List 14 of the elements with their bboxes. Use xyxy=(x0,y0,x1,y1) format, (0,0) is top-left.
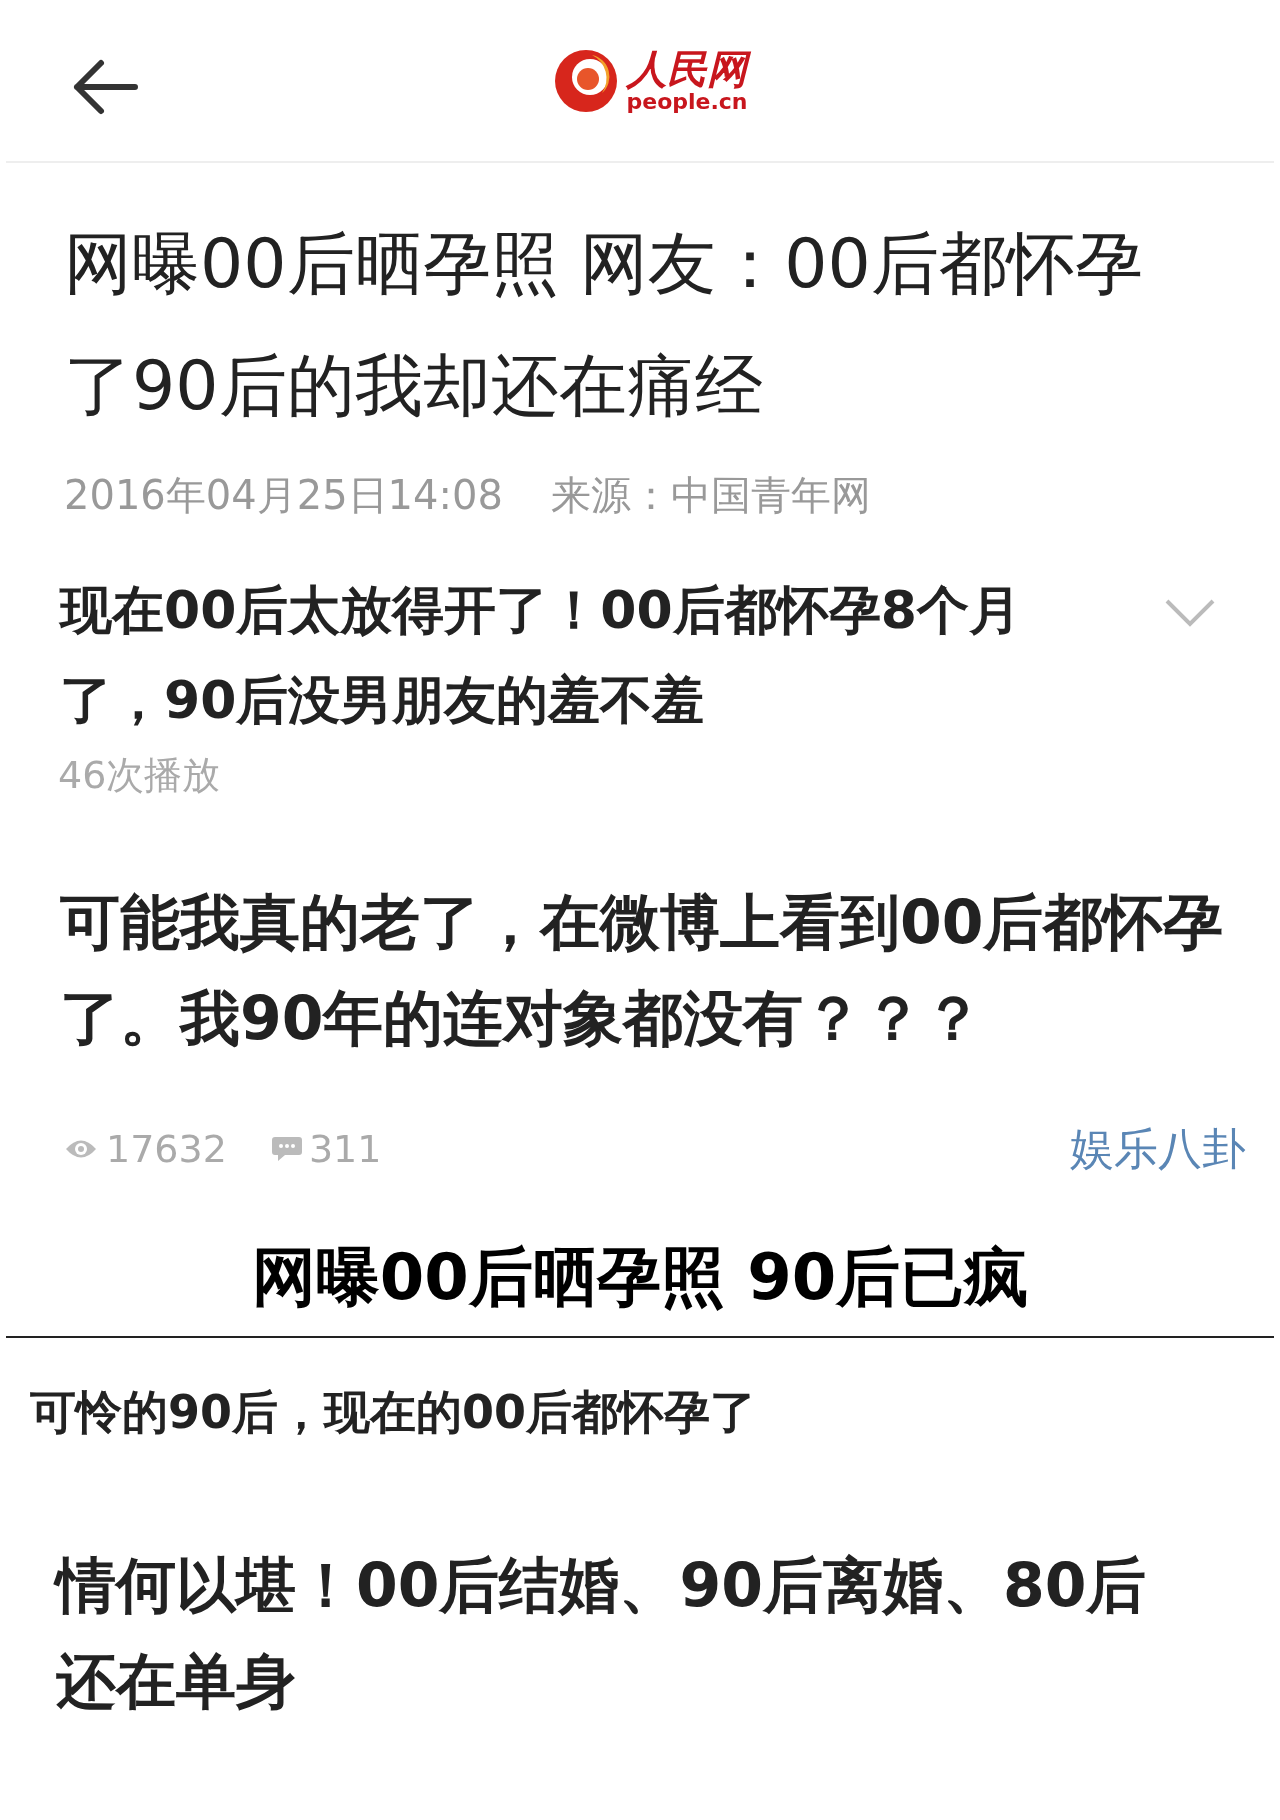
eye-icon xyxy=(64,1138,98,1160)
view-count: 17632 xyxy=(106,1125,227,1173)
play-count: 46次播放 xyxy=(58,752,222,799)
comment-count: 311 xyxy=(308,1125,382,1173)
article-source: 来源：中国青年网 xyxy=(550,471,871,520)
article-title: 网曝00后晒孕照 网友：00后都怀孕了90后的我却还在痛经 xyxy=(64,223,1144,427)
video-title: 现在00后太放得开了！00后都怀孕8个月了，90后没男朋友的羞不羞 xyxy=(60,579,1022,732)
category-link[interactable]: 娱乐八卦 xyxy=(1070,1116,1246,1182)
post-text: 可能我真的老了，在微博上看到00后都怀孕了。我90年的连对象都没有？？？ xyxy=(60,886,1225,1055)
subtitle: 可怜的90后，现在的00后都怀孕了 xyxy=(30,1384,758,1441)
publish-date: 2016年04月25日14:08 xyxy=(64,471,503,520)
logo-domain: people.cn xyxy=(626,90,748,113)
comment-icon xyxy=(270,1135,303,1163)
section-title: 网曝00后晒孕照 90后已疯 xyxy=(250,1239,1030,1316)
